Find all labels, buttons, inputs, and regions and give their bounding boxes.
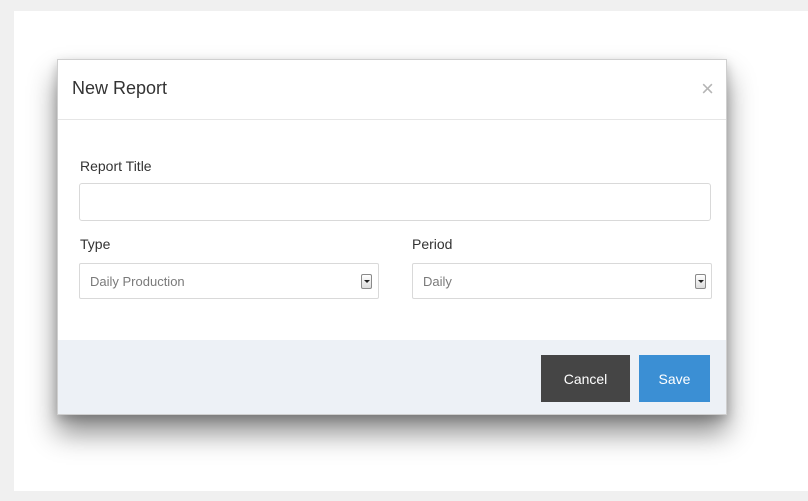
period-label: Period	[412, 236, 453, 252]
type-select-value: Daily Production	[90, 274, 185, 289]
dialog-header: New Report ×	[58, 60, 726, 120]
chevron-down-icon[interactable]	[695, 274, 706, 289]
period-select-value: Daily	[423, 274, 452, 289]
dialog-footer: Cancel Save	[58, 340, 726, 414]
type-select[interactable]: Daily Production	[79, 263, 379, 299]
period-select[interactable]: Daily	[412, 263, 712, 299]
dialog-title: New Report	[72, 78, 168, 98]
type-label: Type	[80, 236, 111, 252]
report-title-input[interactable]	[79, 183, 711, 221]
save-button[interactable]: Save	[639, 355, 710, 402]
report-title-label: Report Title	[80, 158, 152, 174]
cancel-button[interactable]: Cancel	[541, 355, 630, 402]
new-report-dialog: New Report × Report Title Type Daily Pro…	[57, 59, 727, 415]
close-icon[interactable]: ×	[701, 78, 714, 100]
chevron-down-icon[interactable]	[361, 274, 372, 289]
